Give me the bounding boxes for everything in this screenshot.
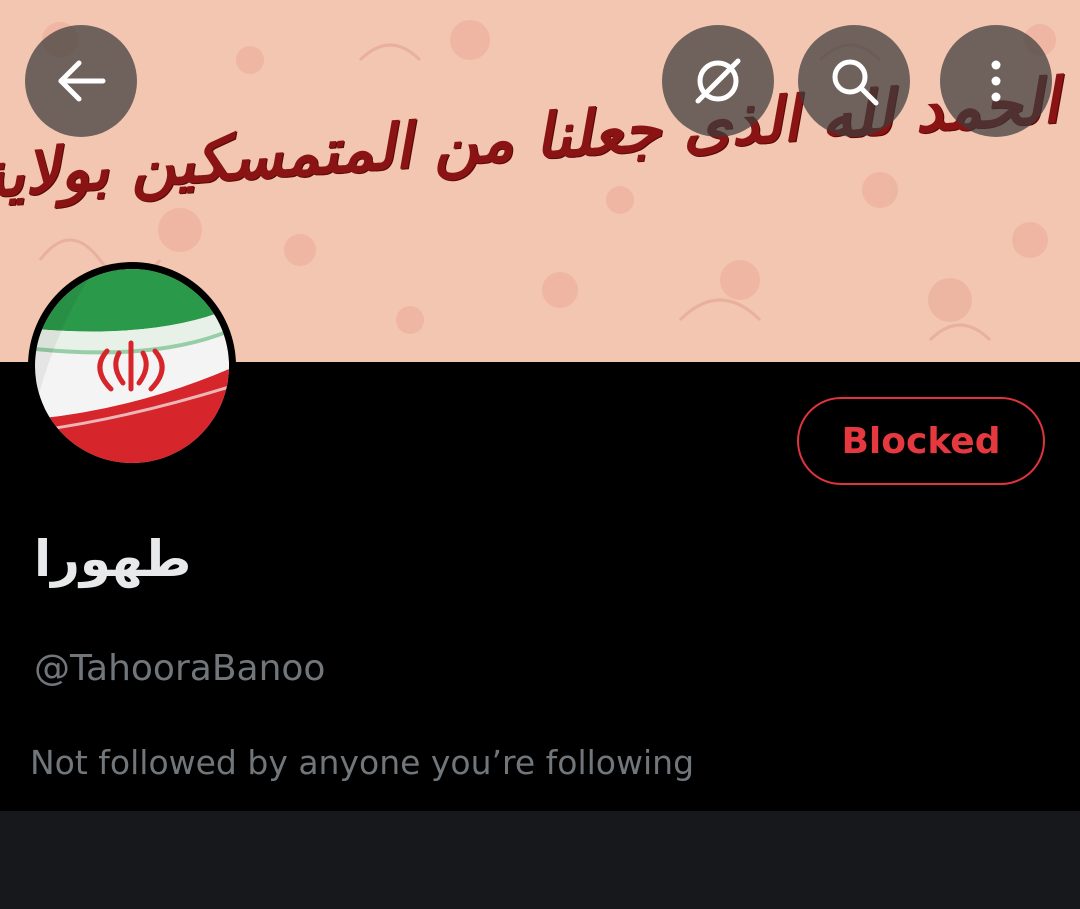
avatar[interactable] <box>35 269 229 463</box>
mutual-followers-note: Not followed by anyone you’re following <box>30 743 695 782</box>
user-handle: @TahooraBanoo <box>34 648 326 689</box>
more-options-button[interactable] <box>940 25 1052 137</box>
display-name: طهورا <box>34 530 192 588</box>
profile-page: الحمد لله الذی جعلنا من المتمسکین بولایة… <box>0 0 1080 909</box>
arrow-left-icon <box>58 60 106 102</box>
iran-flag-avatar <box>35 269 229 463</box>
avatar-frame[interactable] <box>28 262 236 470</box>
search-icon <box>832 59 879 106</box>
grok-button[interactable] <box>662 25 774 137</box>
blocked-button[interactable]: Blocked <box>797 397 1045 485</box>
back-button[interactable] <box>25 25 137 137</box>
grok-icon <box>695 58 741 104</box>
content-area <box>0 811 1080 909</box>
more-vertical-icon <box>991 60 1001 102</box>
search-button[interactable] <box>798 25 910 137</box>
